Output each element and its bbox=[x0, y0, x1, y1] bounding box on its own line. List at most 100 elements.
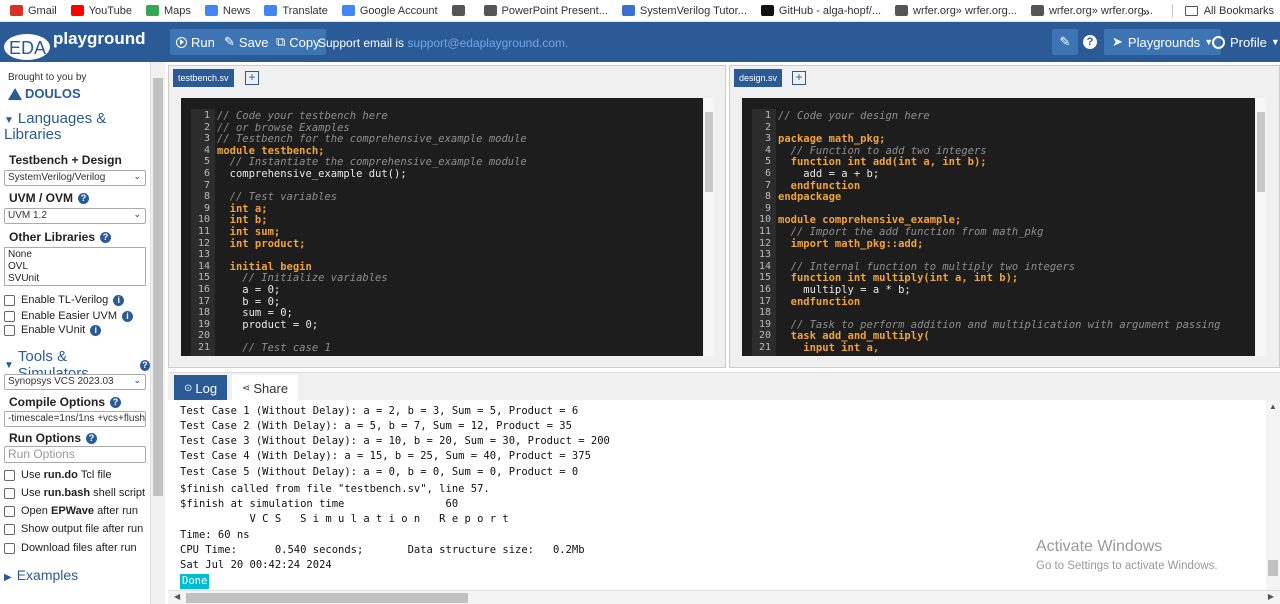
log-scrollbar[interactable]: ▲ bbox=[1266, 400, 1280, 590]
libraries-listbox[interactable]: None OVL SVUnit bbox=[4, 247, 146, 286]
bookmark-item[interactable]: GitHub - alga-hopf/... bbox=[760, 5, 881, 17]
download-files-checkbox[interactable]: Download files after run bbox=[4, 542, 137, 554]
vunit-checkbox[interactable]: Enable VUnit i bbox=[4, 324, 102, 336]
checkbox-box[interactable] bbox=[4, 523, 15, 535]
examples-section-toggle[interactable]: ▶ Examples bbox=[4, 567, 78, 583]
code-line[interactable]: task add_and_multiply( bbox=[778, 330, 930, 342]
help-icon[interactable]: ? bbox=[78, 192, 90, 204]
language-select[interactable]: SystemVerilog/Verilog ⌄ bbox=[4, 170, 146, 186]
scroll-right-icon[interactable]: ▶ bbox=[1268, 592, 1274, 601]
help-icon[interactable]: ? bbox=[110, 396, 121, 408]
code-line[interactable]: // Test variables bbox=[217, 191, 337, 203]
edit-button[interactable]: ✎ bbox=[1052, 29, 1078, 55]
help-icon[interactable]: ? bbox=[86, 432, 97, 444]
list-item[interactable]: None bbox=[8, 249, 142, 261]
scrollbar-thumb[interactable] bbox=[705, 112, 713, 192]
testbench-scrollbar[interactable] bbox=[704, 98, 714, 356]
tab-testbench[interactable]: testbench.sv bbox=[173, 69, 234, 87]
run-do-checkbox[interactable]: Use run.do Tcl file bbox=[4, 469, 111, 481]
sidebar-scrollbar[interactable] bbox=[150, 62, 165, 604]
tl-verilog-checkbox[interactable]: Enable TL-Verilog i bbox=[4, 294, 125, 306]
help-button[interactable]: ? bbox=[1083, 29, 1097, 55]
add-file-button[interactable]: + bbox=[245, 71, 259, 85]
support-email-link[interactable]: support@edaplayground.com. bbox=[407, 36, 568, 50]
scrollbar-thumb[interactable] bbox=[153, 78, 163, 496]
simulator-select[interactable]: Synopsys VCS 2023.03 ⌄ bbox=[4, 374, 146, 390]
code-line[interactable]: product = 0; bbox=[217, 319, 318, 331]
scroll-left-icon[interactable]: ◀ bbox=[174, 592, 180, 601]
code-line[interactable]: import math_pkg::add; bbox=[778, 238, 924, 250]
playgrounds-menu[interactable]: ➤ Playgrounds ▼ bbox=[1104, 29, 1222, 55]
design-scrollbar[interactable] bbox=[1256, 98, 1266, 356]
code-line[interactable]: add = a + b; bbox=[778, 168, 879, 180]
doulos-logo[interactable]: DOULOS bbox=[8, 86, 81, 101]
checkbox-box[interactable] bbox=[4, 324, 15, 336]
checkbox-box[interactable] bbox=[4, 487, 15, 499]
code-line[interactable]: module testbench; bbox=[217, 145, 324, 157]
code-line[interactable]: function int add(int a, int b); bbox=[778, 156, 987, 168]
code-line[interactable]: package math_pkg; bbox=[778, 133, 885, 145]
checkbox-box[interactable] bbox=[4, 542, 15, 554]
show-output-checkbox[interactable]: Show output file after run bbox=[4, 523, 143, 535]
scrollbar-thumb[interactable] bbox=[1257, 112, 1265, 192]
checkbox-box[interactable] bbox=[4, 469, 15, 481]
code-line[interactable]: a = 0; bbox=[217, 284, 280, 296]
testbench-editor[interactable]: 1 // Code your testbench here 2 // or brows… bbox=[181, 98, 703, 356]
list-item[interactable]: OVL bbox=[8, 261, 142, 273]
tab-share[interactable]: ⋖ Share bbox=[232, 375, 299, 401]
languages-section-toggle[interactable]: ▼ Languages & bbox=[4, 110, 106, 127]
code-line[interactable]: // Instantiate the comprehensive_example… bbox=[217, 156, 527, 168]
all-bookmarks-link[interactable]: All Bookmarks bbox=[1204, 5, 1274, 17]
checkbox-box[interactable] bbox=[4, 294, 15, 306]
code-line[interactable]: // Internal function to multiply two int… bbox=[778, 261, 1075, 273]
bookmark-item[interactable]: Translate bbox=[264, 5, 328, 17]
code-line[interactable]: initial begin bbox=[217, 261, 312, 273]
profile-menu[interactable]: Profile ▼ bbox=[1212, 29, 1280, 55]
easier-uvm-checkbox[interactable]: Enable Easier UVM i bbox=[4, 310, 133, 322]
code-line[interactable]: // Test case 1 bbox=[217, 342, 331, 354]
code-line[interactable]: int sum; bbox=[217, 226, 281, 238]
checkbox-box[interactable] bbox=[4, 505, 15, 517]
scrollbar-thumb[interactable] bbox=[186, 593, 468, 603]
eda-playground-logo[interactable]: EDA playground bbox=[3, 25, 149, 61]
more-bookmarks-button[interactable]: » bbox=[1142, 4, 1149, 19]
code-line[interactable]: // Testbench for the comprehensive_examp… bbox=[217, 133, 527, 145]
code-line[interactable]: endfunction bbox=[778, 296, 861, 308]
epwave-checkbox[interactable]: Open EPWave after run bbox=[4, 505, 138, 517]
info-icon[interactable]: i bbox=[90, 324, 102, 336]
code-line[interactable]: int b; bbox=[217, 214, 268, 226]
save-button[interactable]: ✎ Save bbox=[218, 29, 275, 55]
bookmark-item[interactable]: SystemVerilog Tutor... bbox=[621, 5, 747, 17]
bookmark-item[interactable]: YouTube bbox=[70, 5, 132, 17]
info-icon[interactable]: i bbox=[122, 310, 133, 322]
uvm-select[interactable]: UVM 1.2 ⌄ bbox=[4, 208, 146, 224]
scrollbar-thumb[interactable] bbox=[1268, 560, 1278, 576]
tab-log[interactable]: ⊙ Log bbox=[174, 375, 228, 401]
list-item[interactable]: SVUnit bbox=[8, 273, 142, 285]
help-icon[interactable]: ? bbox=[139, 359, 150, 371]
info-icon[interactable]: i bbox=[113, 294, 125, 306]
run-bash-checkbox[interactable]: Use run.bash shell script bbox=[4, 487, 145, 499]
add-file-button[interactable]: + bbox=[792, 71, 806, 85]
code-line[interactable]: b = 0; bbox=[217, 296, 280, 308]
run-options-input[interactable]: Run Options bbox=[4, 446, 146, 463]
bookmark-item[interactable]: wrfer.org» wrfer.org... bbox=[895, 5, 1017, 17]
code-line[interactable]: function int multiply(int a, int b); bbox=[778, 272, 1019, 284]
code-line[interactable]: sum = 0; bbox=[217, 307, 293, 319]
log-hscrollbar[interactable]: ◀ ▶ bbox=[168, 590, 1280, 604]
code-line[interactable]: // Code your testbench here bbox=[217, 110, 388, 122]
code-line[interactable]: endpackage bbox=[778, 191, 841, 203]
bookmark-item[interactable] bbox=[451, 5, 470, 16]
bookmark-item[interactable]: Maps bbox=[145, 5, 191, 17]
scroll-up-icon[interactable]: ▲ bbox=[1269, 402, 1277, 411]
help-icon[interactable]: ? bbox=[100, 231, 112, 243]
code-line[interactable]: comprehensive_example dut(); bbox=[217, 168, 407, 180]
design-editor[interactable]: 1 // Code your design here 2 3 package math_… bbox=[742, 98, 1255, 356]
checkbox-box[interactable] bbox=[4, 310, 15, 322]
code-line[interactable]: int product; bbox=[217, 238, 306, 250]
code-line[interactable]: input int a, bbox=[778, 342, 879, 354]
code-line[interactable]: endfunction bbox=[778, 180, 861, 192]
bookmark-item[interactable]: wrfer.org» wrfer.org... bbox=[1030, 5, 1153, 17]
code-line[interactable]: int a; bbox=[217, 203, 268, 215]
code-line[interactable]: // Task to perform addition and multipli… bbox=[778, 319, 1221, 331]
